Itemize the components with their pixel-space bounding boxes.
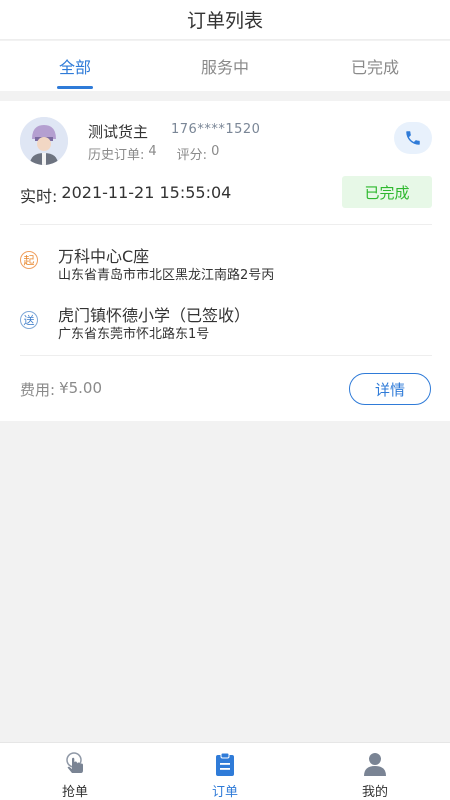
history-count: 4 xyxy=(148,144,157,159)
delivery-address: 广东省东莞市怀北路东1号 xyxy=(58,327,210,342)
rating-value: 0 xyxy=(211,144,220,159)
page-header: 订单列表 xyxy=(0,0,450,40)
bottom-nav: 抢单 订单 我的 xyxy=(0,742,450,800)
tab-completed[interactable]: 已完成 xyxy=(300,41,450,91)
tab-all[interactable]: 全部 xyxy=(0,41,150,91)
pickup-icon: 起 xyxy=(20,251,38,269)
time-value: 2021-11-21 15:55:04 xyxy=(61,183,232,202)
fee-label: 费用: xyxy=(20,381,56,399)
history-label: 历史订单: xyxy=(88,148,145,163)
nav-label: 抢单 xyxy=(61,785,88,800)
clipboard-icon xyxy=(211,750,239,778)
delivery-icon: 送 xyxy=(20,311,38,329)
pickup-address: 山东省青岛市市北区黑龙江南路2号丙 xyxy=(58,268,275,283)
phone-icon xyxy=(406,131,420,145)
detail-button[interactable]: 详情 xyxy=(349,373,431,405)
rating-label: 评分: xyxy=(176,148,208,163)
nav-item-grab[interactable]: 抢单 xyxy=(0,743,150,800)
tab-label: 服务中 xyxy=(200,58,249,77)
tab-label: 已完成 xyxy=(350,58,399,77)
divider xyxy=(20,224,432,225)
order-time: 实时: 2021-11-21 15:55:04 xyxy=(20,183,231,207)
divider xyxy=(20,355,432,356)
owner-phone: 176****1520 xyxy=(171,122,261,137)
nav-item-orders[interactable]: 订单 xyxy=(150,743,300,800)
avatar xyxy=(20,117,68,165)
order-fee: 费用: ¥5.00 xyxy=(20,379,102,400)
order-tabs: 全部 服务中 已完成 xyxy=(0,41,450,91)
user-avatar-icon xyxy=(20,117,68,165)
owner-name: 测试货主 xyxy=(88,123,149,141)
nav-label: 订单 xyxy=(211,785,238,800)
order-card[interactable]: 测试货主 176****1520 历史订单: 4 评分: 0 实时: 2021-… xyxy=(0,101,450,421)
call-button[interactable] xyxy=(394,122,432,154)
nav-item-profile[interactable]: 我的 xyxy=(300,743,450,800)
owner-stats: 历史订单: 4 评分: 0 xyxy=(88,144,219,163)
hand-tap-icon xyxy=(61,750,89,778)
nav-label: 我的 xyxy=(361,785,388,800)
tab-in-service[interactable]: 服务中 xyxy=(150,41,300,91)
user-icon xyxy=(361,750,389,778)
page-title: 订单列表 xyxy=(186,10,263,32)
time-label: 实时: xyxy=(20,187,58,206)
tab-label: 全部 xyxy=(58,58,91,77)
tab-active-indicator xyxy=(57,86,93,89)
status-badge: 已完成 xyxy=(342,176,432,208)
fee-value: ¥5.00 xyxy=(59,379,103,397)
